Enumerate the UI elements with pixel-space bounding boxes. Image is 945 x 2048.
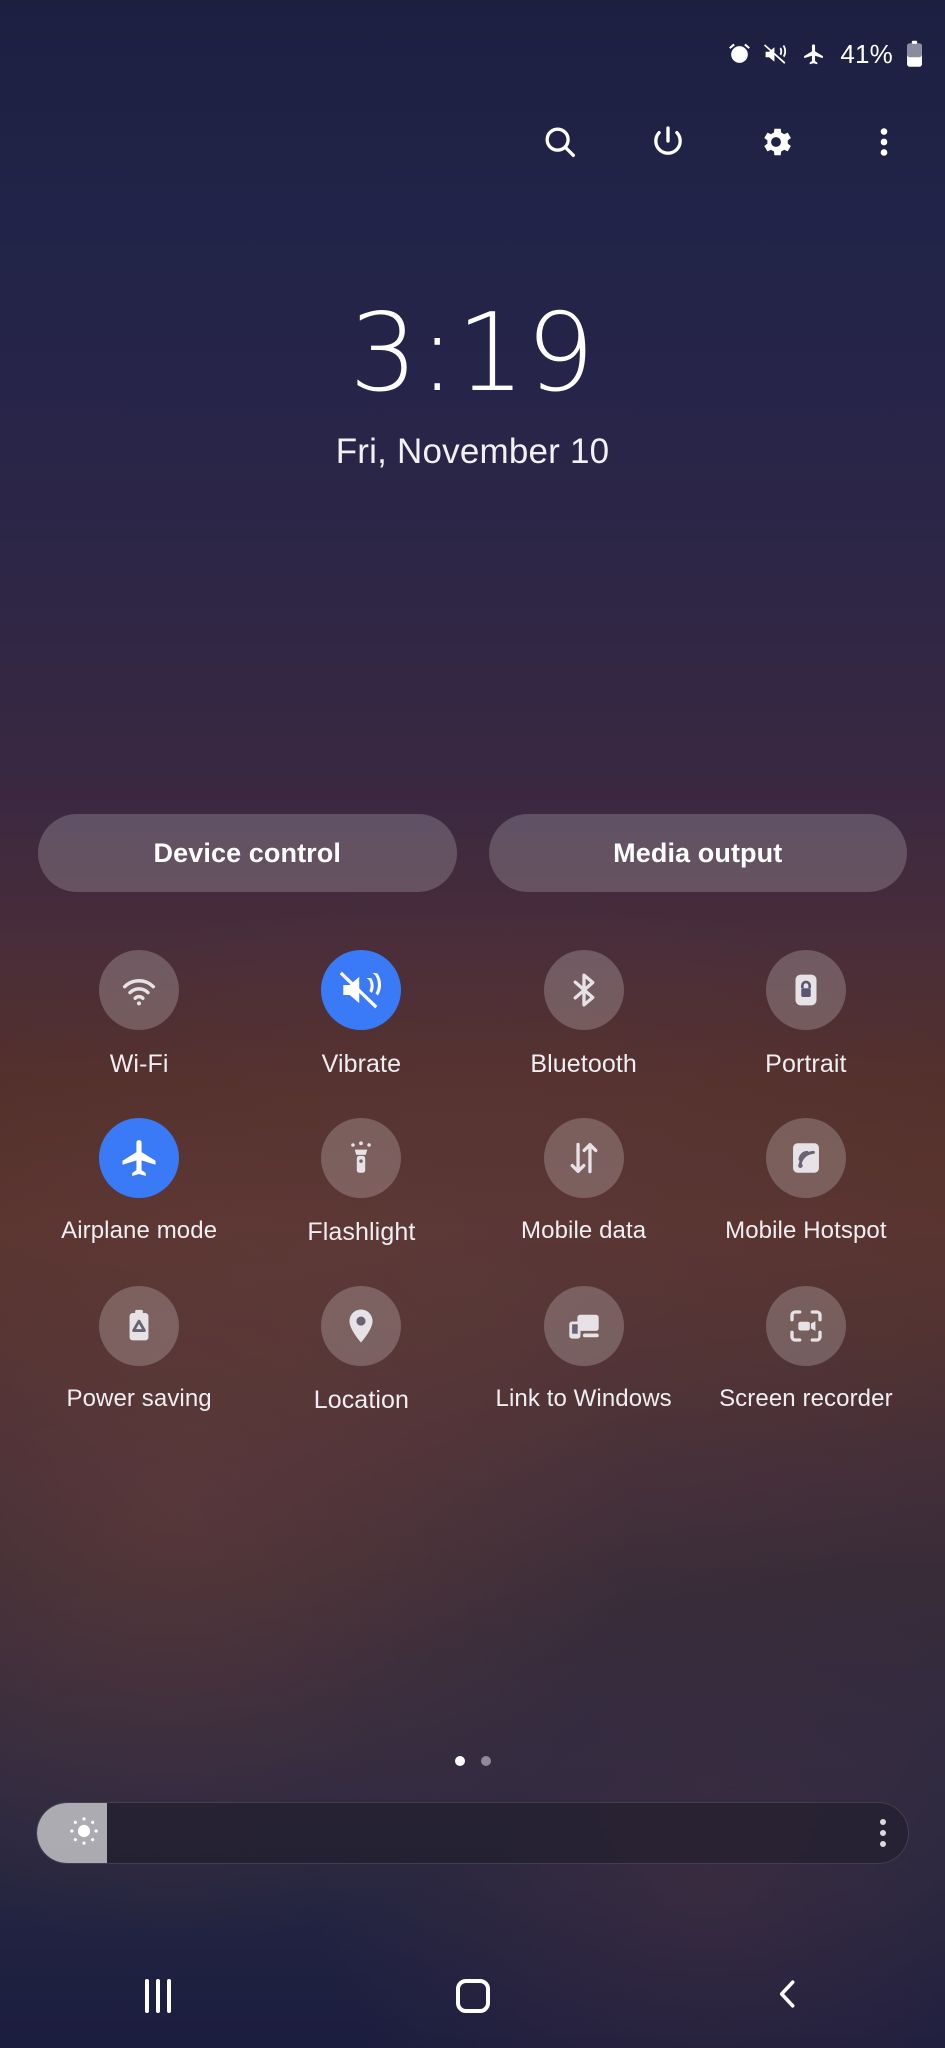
home-button[interactable] xyxy=(413,1961,533,2031)
alarm-icon xyxy=(727,42,752,67)
device-control-button[interactable]: Device control xyxy=(38,814,457,892)
page-dot-2[interactable] xyxy=(480,1756,491,1766)
qs-tile-screen-recorder[interactable]: Screen recorder xyxy=(695,1286,917,1416)
status-bar: 41% xyxy=(0,0,945,108)
qs-tile-power-saving[interactable]: Power saving xyxy=(28,1286,250,1416)
qs-label: Power saving xyxy=(66,1385,212,1412)
mobile-data-icon xyxy=(543,1118,624,1198)
wifi-icon xyxy=(99,950,180,1030)
brightness-slider-fill xyxy=(37,1803,107,1863)
bluetooth-icon xyxy=(543,950,624,1030)
lockscreen-clock: 3:19 Fri, November 10 xyxy=(0,300,945,472)
qs-tile-flashlight[interactable]: Flashlight xyxy=(250,1118,472,1248)
qs-label: Screen recorder xyxy=(719,1385,893,1412)
vibrate-icon xyxy=(763,42,790,67)
battery-percentage: 41% xyxy=(840,38,893,69)
panel-shortcut-pills: Device control Media output xyxy=(38,814,907,892)
qs-tile-mobile-data[interactable]: Mobile data xyxy=(473,1118,695,1248)
battery-icon xyxy=(906,40,923,68)
settings-icon[interactable] xyxy=(753,119,799,165)
overflow-icon[interactable] xyxy=(861,119,907,165)
qs-label: Link to Windows xyxy=(495,1385,672,1412)
qs-tile-wifi[interactable]: Wi-Fi xyxy=(28,950,250,1080)
quick-settings-grid: Wi-Fi Vibrate Bluetooth Portrait Airplan… xyxy=(28,950,917,1416)
qs-tile-portrait[interactable]: Portrait xyxy=(695,950,917,1080)
qs-label: Mobile Hotspot xyxy=(725,1217,887,1244)
qs-label: Flashlight xyxy=(307,1218,416,1246)
qs-tile-bluetooth[interactable]: Bluetooth xyxy=(473,950,695,1080)
qs-label: Wi-Fi xyxy=(109,1050,169,1078)
brightness-overflow-icon[interactable] xyxy=(880,1819,886,1847)
navigation-bar xyxy=(0,1944,945,2048)
flashlight-icon xyxy=(321,1118,402,1198)
page-indicator xyxy=(0,1756,945,1766)
search-icon[interactable] xyxy=(537,119,583,165)
media-output-button[interactable]: Media output xyxy=(488,814,907,892)
qs-label: Mobile data xyxy=(521,1217,647,1244)
location-pin-icon xyxy=(321,1286,402,1366)
airplane-icon xyxy=(99,1118,180,1198)
brightness-sun-icon xyxy=(67,1814,101,1853)
quick-settings-row: Wi-Fi Vibrate Bluetooth Portrait xyxy=(28,950,917,1080)
qs-label: Location xyxy=(313,1386,410,1414)
qs-tile-mobile-hotspot[interactable]: Mobile Hotspot xyxy=(695,1118,917,1248)
screen-recorder-icon xyxy=(765,1286,846,1366)
power-saving-icon xyxy=(99,1286,180,1366)
power-icon[interactable] xyxy=(645,119,691,165)
brightness-slider[interactable] xyxy=(36,1802,909,1864)
qs-tile-vibrate[interactable]: Vibrate xyxy=(250,950,472,1080)
qs-label: Vibrate xyxy=(321,1050,402,1078)
link-windows-icon xyxy=(543,1286,624,1366)
back-icon xyxy=(769,1975,807,2018)
clock-date: Fri, November 10 xyxy=(335,432,610,471)
qs-tile-link-to-windows[interactable]: Link to Windows xyxy=(473,1286,695,1416)
page-dot-1[interactable] xyxy=(454,1756,465,1766)
vibrate-icon xyxy=(321,950,402,1030)
qs-label: Bluetooth xyxy=(530,1050,637,1078)
quick-settings-row: Power saving Location Link to Windows Sc… xyxy=(28,1286,917,1416)
quick-settings-row: Airplane mode Flashlight Mobile data Mob… xyxy=(28,1118,917,1248)
hotspot-icon xyxy=(765,1118,846,1198)
rotation-lock-icon xyxy=(765,950,846,1030)
airplane-icon xyxy=(801,42,826,67)
qs-tile-location[interactable]: Location xyxy=(250,1286,472,1416)
back-button[interactable] xyxy=(728,1961,848,2031)
quick-panel-action-row xyxy=(0,106,945,178)
qs-label: Airplane mode xyxy=(61,1217,218,1244)
recents-icon xyxy=(144,1979,171,2013)
home-icon xyxy=(455,1979,490,2013)
qs-tile-airplane-mode[interactable]: Airplane mode xyxy=(28,1118,250,1248)
clock-time: 3:19 xyxy=(349,291,596,416)
recents-button[interactable] xyxy=(98,1961,218,2031)
qs-label: Portrait xyxy=(765,1050,847,1078)
